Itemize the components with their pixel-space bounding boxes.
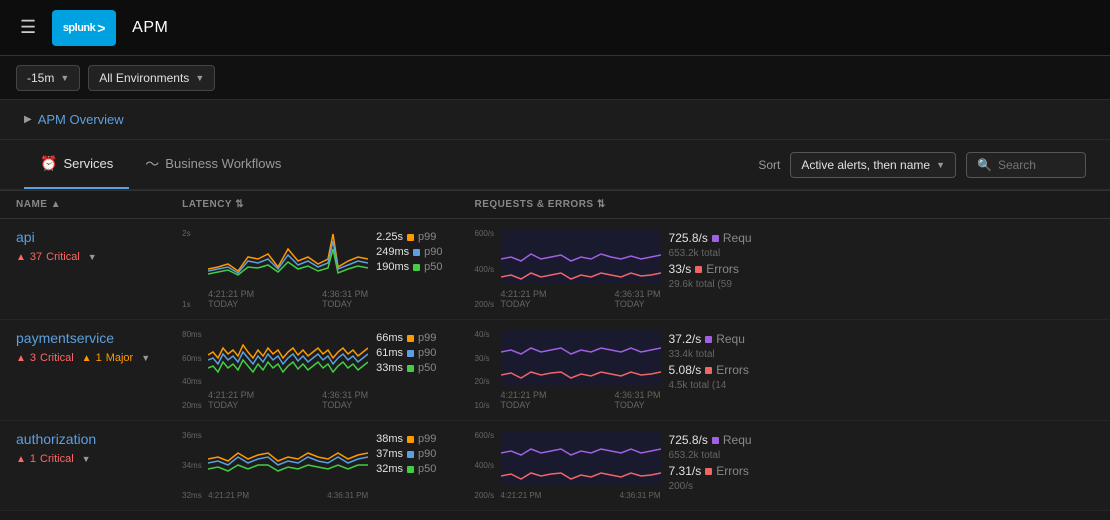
requests-chart-authorization: 600/s 400/s 200/s <box>475 431 661 500</box>
table-row: authorization ▲ 1 Critical ▼ <box>0 421 1110 511</box>
service-name-api[interactable]: api <box>16 229 150 245</box>
latency-time-labels: 4:21:21 PMTODAY 4:36:31 PMTODAY <box>208 289 368 309</box>
table-row: paymentservice ▲ 3 Critical ▲ 1 Major ▼ <box>0 320 1110 421</box>
tabs-bar: ⏰ Services 〜 Business Workflows Sort Act… <box>0 140 1110 190</box>
err-dot <box>705 468 712 475</box>
err-dot <box>705 367 712 374</box>
requests-sparkline-payment <box>501 330 661 385</box>
latency-cell-payment: 80ms 60ms 40ms 20ms <box>166 320 458 421</box>
time-range-selector[interactable]: -15m ▼ <box>16 65 80 91</box>
requests-cell-api: 600/s 400/s 200/s <box>459 219 1110 320</box>
alerts-row: ▲ 37 Critical ▼ <box>16 251 150 263</box>
alert-critical[interactable]: ▲ 1 Critical <box>16 453 74 465</box>
req-dot <box>712 235 719 242</box>
table-row: api ▲ 37 Critical ▼ <box>0 219 1110 320</box>
requests-chart-api: 600/s 400/s 200/s <box>475 229 661 309</box>
chevron-down-icon: ▼ <box>936 160 945 170</box>
requests-time-labels: 4:21:21 PMTODAY 4:36:31 PMTODAY <box>501 289 661 309</box>
col-header-name[interactable]: NAME ▲ <box>0 191 166 219</box>
workflows-tab-icon: 〜 <box>145 154 159 174</box>
requests-sparkline-api <box>501 229 661 284</box>
chevron-down-icon: ▼ <box>195 73 204 83</box>
chevron-down-icon: ▼ <box>60 73 69 83</box>
alert-critical[interactable]: ▲ 3 Critical <box>16 352 74 364</box>
latency-chart-payment: 80ms 60ms 40ms 20ms <box>182 330 368 410</box>
triangle-alert-major-icon: ▲ <box>82 353 92 364</box>
service-name-cell: api ▲ 37 Critical ▼ <box>0 219 166 320</box>
col-header-latency[interactable]: LATENCY ⇅ <box>166 191 458 219</box>
table-body: api ▲ 37 Critical ▼ <box>0 219 1110 511</box>
services-table: NAME ▲ LATENCY ⇅ REQUESTS & ERRORS ⇅ api… <box>0 190 1110 511</box>
latency-cell-api: 2s 1s 4: <box>166 219 458 320</box>
search-box[interactable]: 🔍 <box>966 152 1086 178</box>
main-content: ▶ APM Overview ⏰ Services 〜 Business Wor… <box>0 100 1110 511</box>
requests-time-labels: 4:21:21 PM 4:36:31 PM <box>501 491 661 500</box>
app-title: APM <box>132 19 168 37</box>
req-dot <box>705 336 712 343</box>
latency-stats-api: 2.25s p99 249ms p90 190ms <box>376 229 442 273</box>
latency-chart-api: 2s 1s 4: <box>182 229 368 309</box>
requests-chart-payment: 40/s 30/s 20/s 10/s <box>475 330 661 410</box>
alert-dropdown-icon[interactable]: ▼ <box>82 454 91 464</box>
apm-overview-link[interactable]: APM Overview <box>38 112 124 127</box>
sort-dropdown[interactable]: Active alerts, then name ▼ <box>790 152 956 178</box>
latency-stats-payment: 66ms p99 61ms p90 33ms <box>376 330 436 374</box>
latency-sparkline-payment <box>208 330 368 385</box>
tab-services[interactable]: ⏰ Services <box>24 140 129 189</box>
err-dot <box>695 266 702 273</box>
splunk-logo: splunk > <box>52 10 116 46</box>
sub-header: -15m ▼ All Environments ▼ <box>0 56 1110 100</box>
latency-sparkline-api <box>208 229 368 284</box>
latency-stats-authorization: 38ms p99 37ms p90 32ms <box>376 431 436 475</box>
col-header-requests[interactable]: REQUESTS & ERRORS ⇅ <box>459 191 1110 219</box>
p90-dot <box>407 451 414 458</box>
p99-dot <box>407 335 414 342</box>
services-tab-icon: ⏰ <box>40 155 57 172</box>
alert-major[interactable]: ▲ 1 Major <box>82 352 134 364</box>
search-icon: 🔍 <box>977 158 992 172</box>
alert-critical[interactable]: ▲ 37 Critical <box>16 251 80 263</box>
latency-time-labels: 4:21:21 PM 4:36:31 PM <box>208 491 368 500</box>
latency-sparkline-authorization <box>208 431 368 486</box>
req-stats-authorization: 725.8/s Requ 653.2k total 7.31/s Errors <box>669 431 752 492</box>
service-name-cell: authorization ▲ 1 Critical ▼ <box>0 421 166 511</box>
req-stats-payment: 37.2/s Requ 33.4k total 5.08/s Errors <box>669 330 749 391</box>
req-stats-api: 725.8/s Requ 653.2k total 33/s Errors <box>669 229 752 290</box>
service-name-payment[interactable]: paymentservice <box>16 330 150 346</box>
p90-dot <box>413 249 420 256</box>
search-input[interactable] <box>998 158 1078 172</box>
sort-label: Sort <box>758 158 780 172</box>
breadcrumb: ▶ APM Overview <box>0 100 1110 140</box>
requests-sparkline-authorization <box>501 431 661 486</box>
latency-time-labels: 4:21:21 PMTODAY 4:36:31 PMTODAY <box>208 390 368 410</box>
alerts-row: ▲ 3 Critical ▲ 1 Major ▼ <box>16 352 150 364</box>
triangle-alert-icon: ▲ <box>16 353 26 364</box>
hamburger-button[interactable]: ☰ <box>16 13 40 42</box>
alert-dropdown-icon[interactable]: ▼ <box>88 252 97 262</box>
latency-chart-authorization: 36ms 34ms 32ms <box>182 431 368 500</box>
alert-dropdown-icon[interactable]: ▼ <box>141 353 150 363</box>
requests-cell-payment: 40/s 30/s 20/s 10/s <box>459 320 1110 421</box>
service-name-authorization[interactable]: authorization <box>16 431 150 447</box>
sort-area: Sort Active alerts, then name ▼ 🔍 <box>758 152 1086 178</box>
p99-dot <box>407 436 414 443</box>
breadcrumb-expand-icon: ▶ <box>24 114 32 125</box>
environment-selector[interactable]: All Environments ▼ <box>88 65 215 91</box>
p99-dot <box>407 234 414 241</box>
alerts-row: ▲ 1 Critical ▼ <box>16 453 150 465</box>
triangle-alert-icon: ▲ <box>16 454 26 465</box>
tab-business-workflows[interactable]: 〜 Business Workflows <box>129 140 297 189</box>
requests-time-labels: 4:21:21 PMTODAY 4:36:31 PMTODAY <box>501 390 661 410</box>
latency-cell-authorization: 36ms 34ms 32ms <box>166 421 458 511</box>
triangle-alert-icon: ▲ <box>16 252 26 263</box>
requests-cell-authorization: 600/s 400/s 200/s <box>459 421 1110 511</box>
p90-dot <box>407 350 414 357</box>
p50-dot <box>413 264 420 271</box>
table-header: NAME ▲ LATENCY ⇅ REQUESTS & ERRORS ⇅ <box>0 191 1110 219</box>
req-dot <box>712 437 719 444</box>
p50-dot <box>407 466 414 473</box>
p50-dot <box>407 365 414 372</box>
top-header: ☰ splunk > APM <box>0 0 1110 56</box>
service-name-cell: paymentservice ▲ 3 Critical ▲ 1 Major ▼ <box>0 320 166 421</box>
